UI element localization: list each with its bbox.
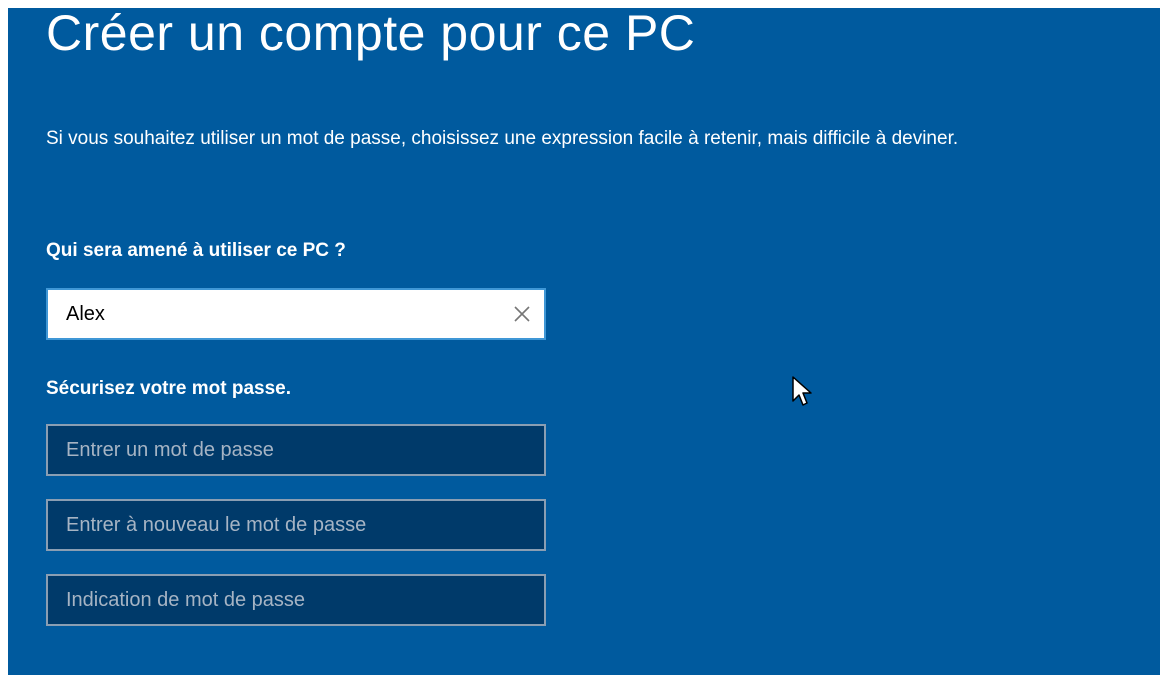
password-field-container [46, 424, 546, 476]
page-description: Si vous souhaitez utiliser un mot de pas… [46, 128, 959, 149]
page-title: Créer un compte pour ce PC [46, 8, 696, 61]
password-confirm-field-container [46, 499, 546, 551]
clear-button[interactable] [506, 298, 538, 330]
username-input[interactable] [48, 290, 544, 338]
password-hint-field-container [46, 574, 546, 626]
username-label: Qui sera amené à utiliser ce PC ? [46, 240, 346, 261]
password-hint-input[interactable] [48, 576, 544, 624]
account-setup-screen: Créer un compte pour ce PC Si vous souha… [8, 8, 1160, 675]
close-icon [514, 306, 530, 322]
username-field-container [46, 288, 546, 340]
password-section-label: Sécurisez votre mot passe. [46, 378, 291, 399]
password-input[interactable] [48, 426, 544, 474]
mouse-pointer-icon [792, 376, 812, 406]
password-confirm-input[interactable] [48, 501, 544, 549]
